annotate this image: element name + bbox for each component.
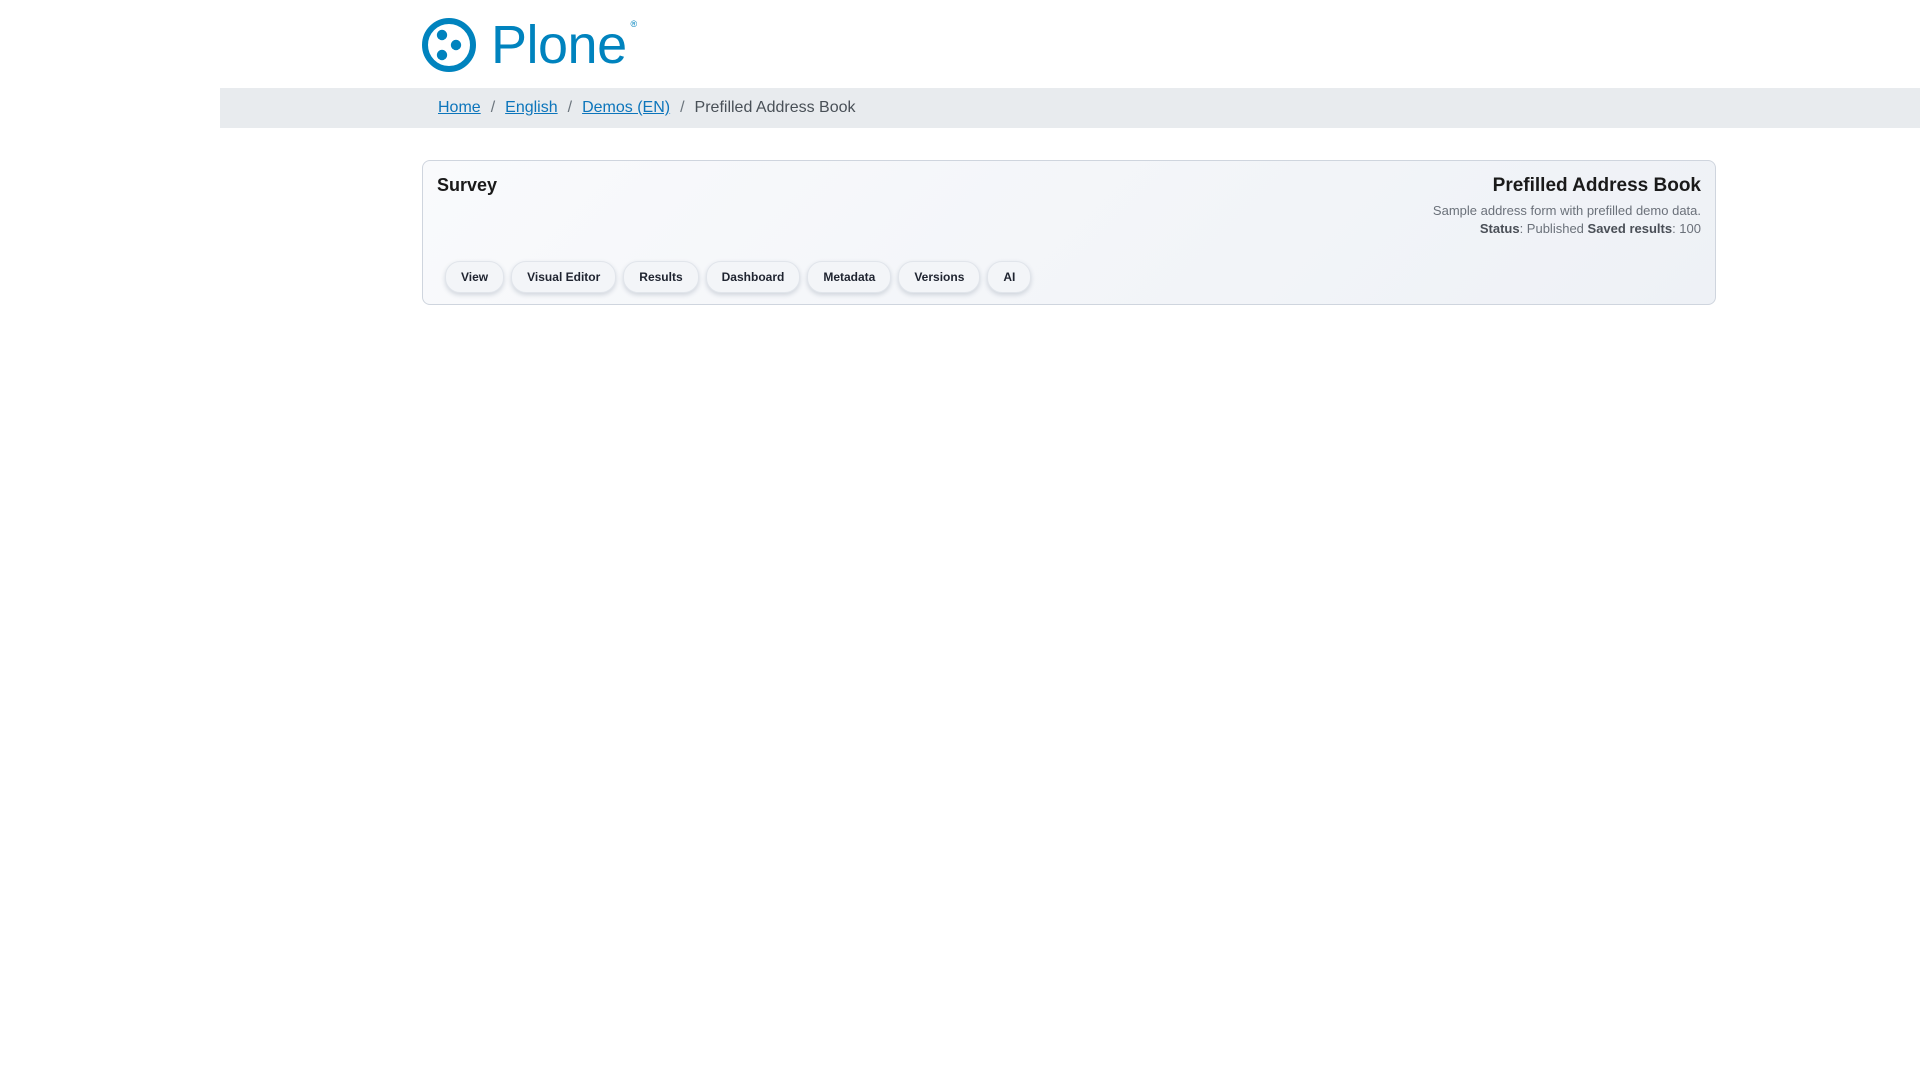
breadcrumb-bar: Home / English / Demos (EN) / Prefilled …: [220, 88, 1920, 128]
survey-description: Sample address form with prefilled demo …: [1432, 203, 1701, 218]
tab-visual-editor[interactable]: Visual Editor: [511, 261, 617, 293]
registered-mark: ®: [630, 19, 637, 29]
breadcrumb-separator: /: [680, 99, 685, 116]
tab-versions[interactable]: Versions: [898, 261, 981, 293]
survey-header-card: Survey Prefilled Address Book Sample add…: [422, 160, 1716, 305]
status-value: : Published: [1519, 221, 1584, 236]
content-type-label: Survey: [437, 175, 498, 195]
logo-text: Plone: [491, 15, 627, 75]
tab-dashboard[interactable]: Dashboard: [705, 261, 801, 293]
saved-results-value: : 100: [1672, 221, 1701, 236]
tab-results[interactable]: Results: [623, 261, 699, 293]
breadcrumb: Home / English / Demos (EN) / Prefilled …: [438, 88, 856, 128]
survey-summary: Prefilled Address Book Sample address fo…: [1433, 175, 1701, 239]
survey-meta: Status: Published Saved results: 100: [1433, 219, 1701, 239]
tab-metadata[interactable]: Metadata: [807, 261, 892, 293]
breadcrumb-separator: /: [567, 99, 573, 116]
tab-view[interactable]: View: [445, 261, 505, 293]
breadcrumb-current: Prefilled Address Book: [694, 99, 856, 116]
survey-tabs: View Visual Editor Results Dashboard Met…: [445, 261, 1032, 293]
breadcrumb-home-link[interactable]: Home: [438, 99, 481, 117]
tab-ai[interactable]: AI: [987, 261, 1032, 293]
breadcrumb-demos-link[interactable]: Demos (EN): [582, 99, 670, 117]
breadcrumb-english-link[interactable]: English: [505, 99, 557, 117]
plone-logo-icon: [422, 18, 476, 72]
status-label: Status: [1479, 221, 1520, 236]
survey-title: Prefilled Address Book: [1492, 175, 1701, 196]
plone-logo[interactable]: Plone ®: [421, 15, 637, 75]
logo-wordmark: Plone ®: [491, 15, 637, 75]
saved-results-label: Saved results: [1587, 221, 1673, 236]
breadcrumb-separator: /: [490, 99, 496, 116]
